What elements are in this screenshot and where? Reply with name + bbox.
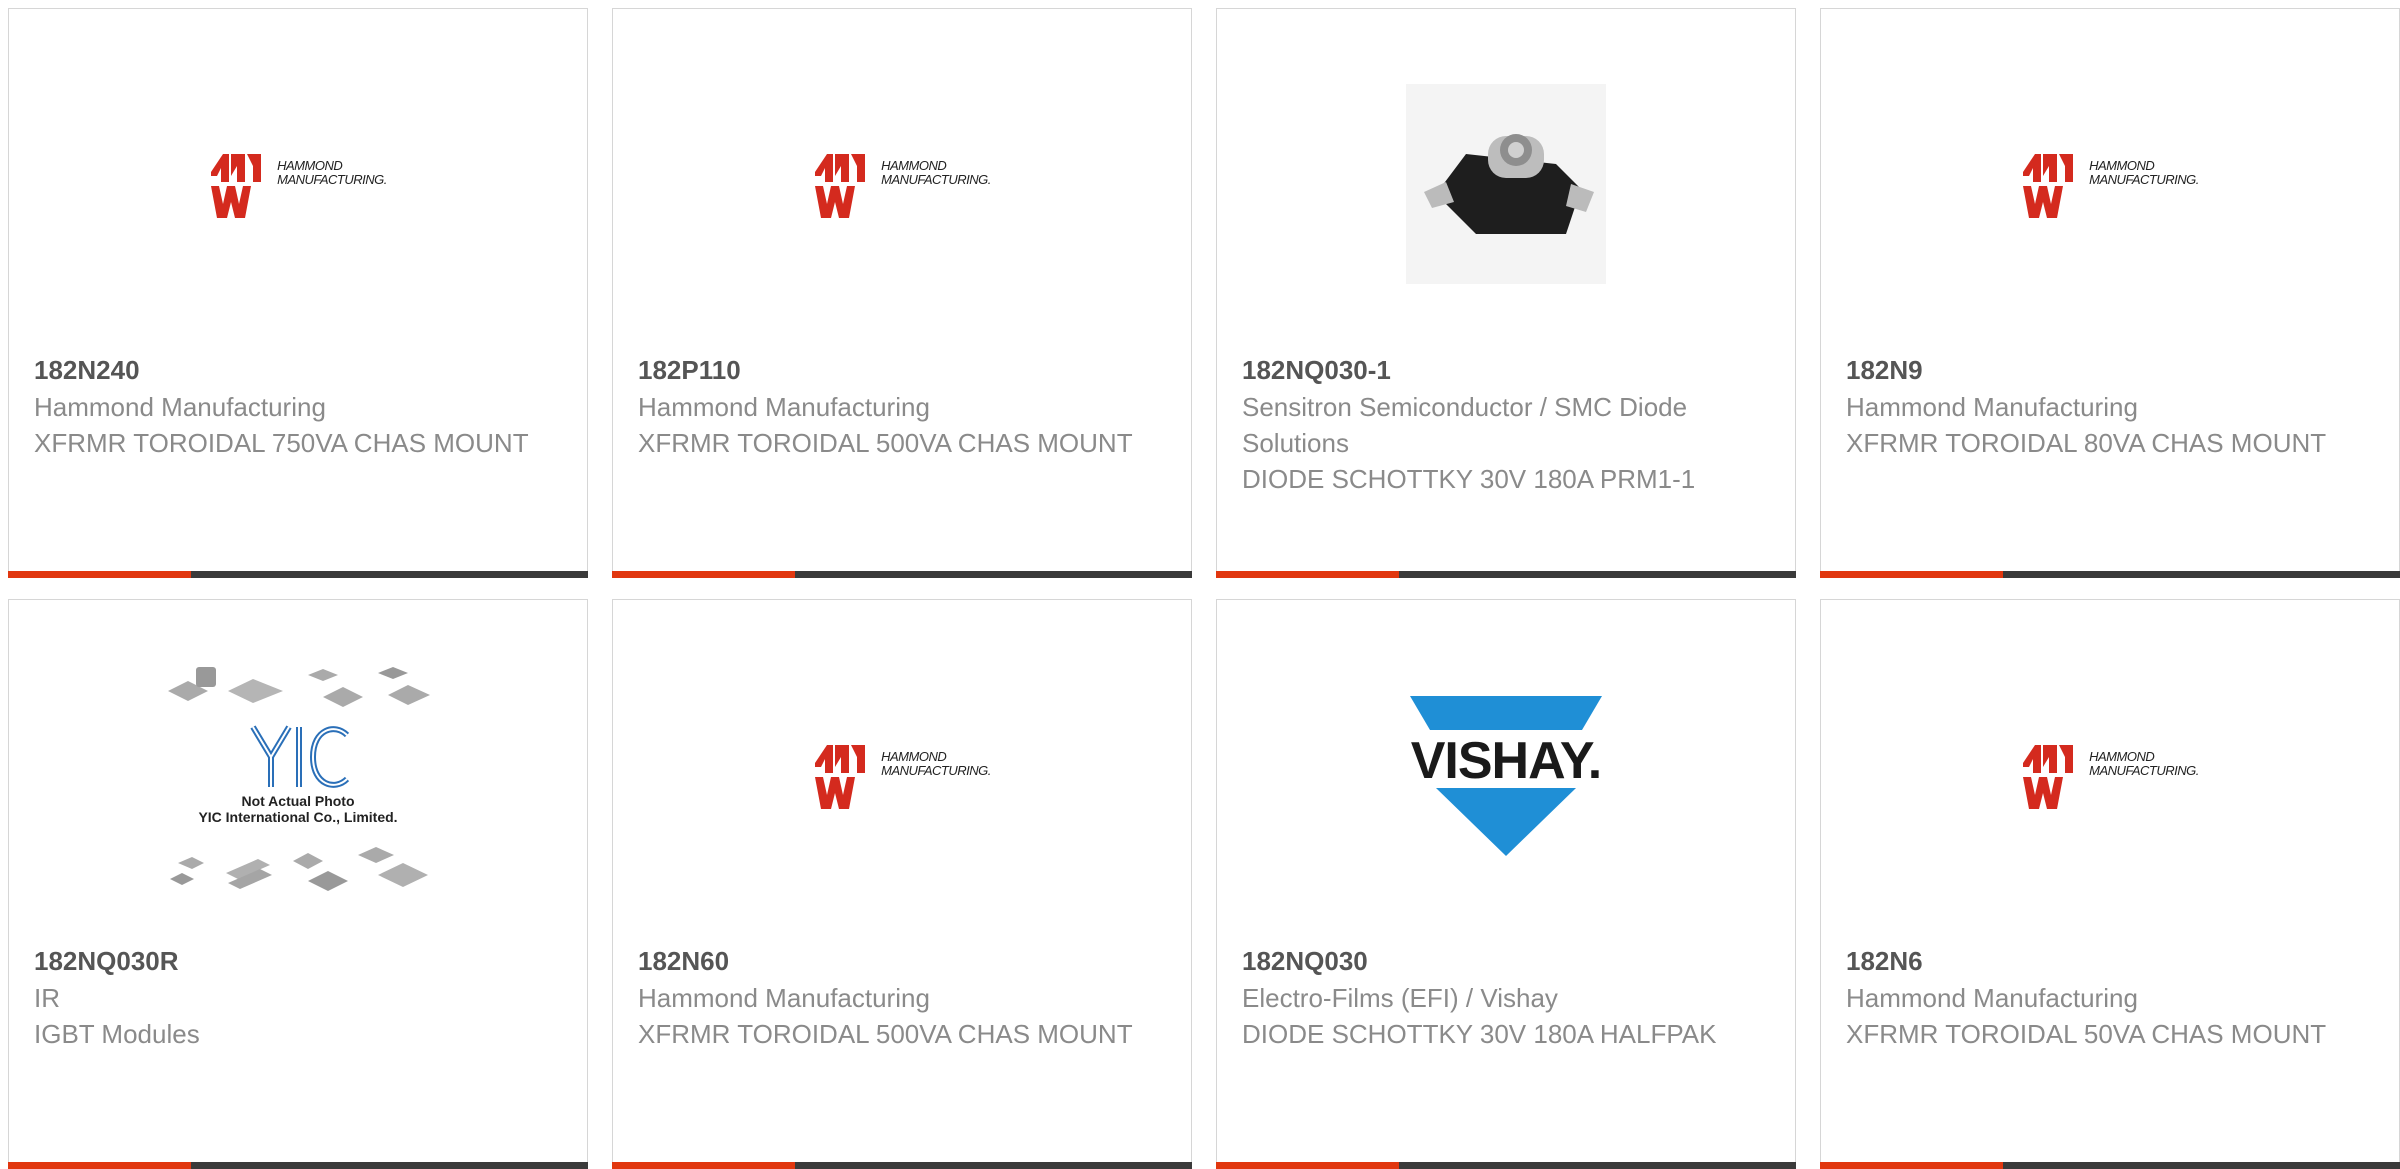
hammond-logo: HAMMOND MANUFACTURING. [2021,148,2199,220]
part-number: 182NQ030R [34,946,179,976]
product-card[interactable]: HAMMOND MANUFACTURING. 182N9 Hammond Manu… [1820,8,2400,578]
card-footer-bar [612,571,1192,578]
product-card[interactable]: 182NQ030-1 Sensitron Semiconductor / SMC… [1216,8,1796,578]
card-footer-bar [612,1162,1192,1169]
hammond-logo: HAMMOND MANUFACTURING. [209,148,387,220]
product-image: VISHAY. [1217,650,1795,900]
manufacturer: Hammond Manufacturing [1846,983,2138,1013]
card-footer-bar [8,571,588,578]
product-image: Not Actual Photo YIC International Co., … [9,640,587,920]
product-card[interactable]: VISHAY. 182NQ030 Electro-Films (EFI) / V… [1216,599,1796,1169]
manufacturer: Hammond Manufacturing [638,392,930,422]
card-footer-bar [1820,1162,2400,1169]
part-number: 182NQ030 [1242,946,1368,976]
part-number: 182N9 [1846,355,1923,385]
card-footer-bar [1216,1162,1796,1169]
hammond-logo: HAMMOND MANUFACTURING. [813,739,991,811]
product-grid: HAMMOND MANUFACTURING. 182N240 Hammond Ma… [0,0,2400,1169]
product-card[interactable]: HAMMOND MANUFACTURING. 182N60 Hammond Man… [612,599,1192,1169]
card-footer-bar [1820,571,2400,578]
manufacturer: IR [34,983,60,1013]
description: XFRMR TOROIDAL 500VA CHAS MOUNT [638,1019,1133,1049]
manufacturer: Hammond Manufacturing [1846,392,2138,422]
product-image: HAMMOND MANUFACTURING. [9,59,587,309]
product-image: HAMMOND MANUFACTURING. [1821,59,2399,309]
product-card[interactable]: HAMMOND MANUFACTURING. 182N6 Hammond Manu… [1820,599,2400,1169]
manufacturer: Electro-Films (EFI) / Vishay [1242,983,1558,1013]
part-number: 182P110 [638,355,741,385]
product-card[interactable]: Not Actual Photo YIC International Co., … [8,599,588,1169]
part-number: 182NQ030-1 [1242,355,1391,385]
product-image [1217,59,1795,309]
description: IGBT Modules [34,1019,200,1049]
product-card[interactable]: HAMMOND MANUFACTURING. 182N240 Hammond Ma… [8,8,588,578]
part-number: 182N60 [638,946,730,976]
card-footer-bar [8,1162,588,1169]
manufacturer: Sensitron Semiconductor / SMC Diode Solu… [1242,392,1688,458]
yic-placeholder: Not Actual Photo YIC International Co., … [158,661,438,899]
description: DIODE SCHOTTKY 30V 180A PRM1-1 [1242,464,1696,494]
product-image: HAMMOND MANUFACTURING. [613,650,1191,900]
manufacturer: Hammond Manufacturing [34,392,326,422]
diode-module-photo [1406,84,1606,284]
hammond-logo: HAMMOND MANUFACTURING. [2021,739,2199,811]
vishay-logo: VISHAY. [1406,690,1606,860]
description: XFRMR TOROIDAL 750VA CHAS MOUNT [34,428,529,458]
card-footer-bar [1216,571,1796,578]
description: DIODE SCHOTTKY 30V 180A HALFPAK [1242,1019,1717,1049]
description: XFRMR TOROIDAL 500VA CHAS MOUNT [638,428,1133,458]
description: XFRMR TOROIDAL 80VA CHAS MOUNT [1846,428,2327,458]
part-number: 182N240 [34,355,140,385]
part-number: 182N6 [1846,946,1923,976]
description: XFRMR TOROIDAL 50VA CHAS MOUNT [1846,1019,2327,1049]
svg-text:VISHAY.: VISHAY. [1411,732,1602,790]
hammond-logo: HAMMOND MANUFACTURING. [813,148,991,220]
product-image: HAMMOND MANUFACTURING. [613,59,1191,309]
product-image: HAMMOND MANUFACTURING. [1821,650,2399,900]
manufacturer: Hammond Manufacturing [638,983,930,1013]
product-card[interactable]: HAMMOND MANUFACTURING. 182P110 Hammond Ma… [612,8,1192,578]
